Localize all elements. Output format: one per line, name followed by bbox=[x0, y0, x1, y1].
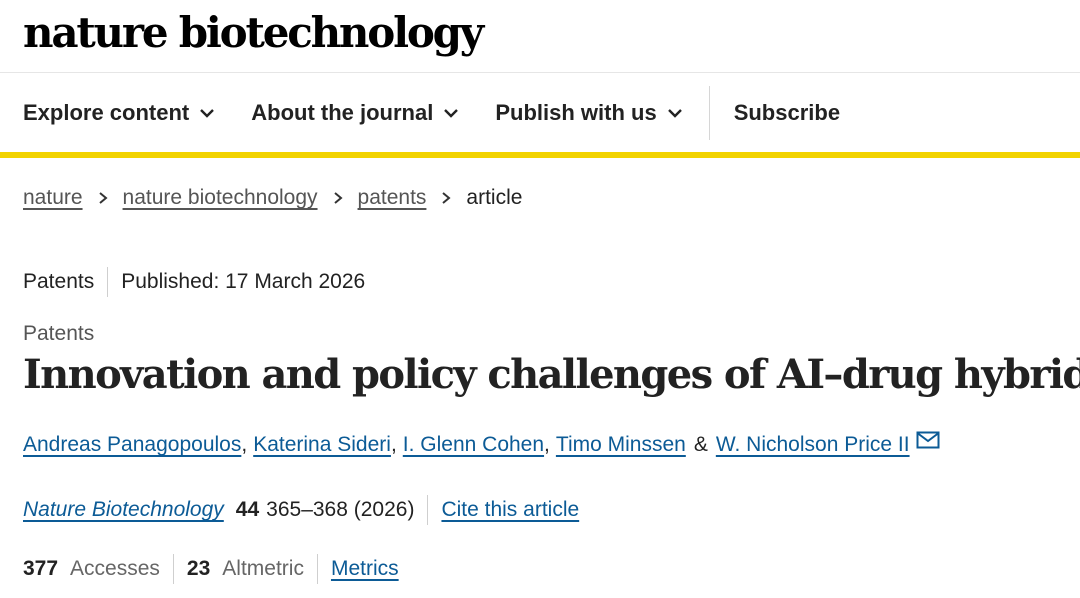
author-link[interactable]: W. Nicholson Price II bbox=[716, 433, 910, 457]
altmetric-count: 23 bbox=[186, 557, 211, 580]
breadcrumb-link-nature-biotechnology[interactable]: nature biotechnology bbox=[123, 186, 318, 210]
meta-divider bbox=[107, 267, 109, 297]
published-date: Published: 17 March 2026 bbox=[121, 270, 366, 293]
chevron-down-icon bbox=[444, 108, 459, 118]
nav-divider bbox=[708, 85, 710, 140]
mail-icon[interactable] bbox=[916, 431, 940, 449]
author-link[interactable]: Andreas Panagopoulos bbox=[23, 433, 241, 457]
citation-divider bbox=[427, 495, 429, 525]
author-link[interactable]: Timo Minssen bbox=[556, 433, 686, 457]
nav-subscribe[interactable]: Subscribe bbox=[734, 100, 840, 126]
accesses-count: 377 bbox=[23, 557, 59, 580]
breadcrumb-link-patents[interactable]: patents bbox=[358, 186, 427, 210]
accesses-label: Accesses bbox=[70, 557, 160, 580]
author-list: Andreas Panagopoulos, Katerina Sideri, I… bbox=[23, 431, 940, 457]
article-title: Innovation and policy challenges of AI–d… bbox=[23, 351, 1080, 398]
metrics-link[interactable]: Metrics bbox=[331, 557, 399, 581]
citation-line: Nature Biotechnology 44 365–368 (2026) C… bbox=[23, 495, 579, 525]
breadcrumb-current: article bbox=[466, 186, 523, 209]
nav-publish-with-us-label: Publish with us bbox=[495, 99, 657, 125]
pages-year: 365–368 (2026) bbox=[266, 498, 415, 521]
journal-link[interactable]: Nature Biotechnology bbox=[23, 498, 224, 522]
nav-about-journal[interactable]: About the journal bbox=[251, 100, 459, 126]
article-kicker: Patents bbox=[23, 322, 95, 345]
chevron-right-icon bbox=[98, 192, 108, 204]
author-separator: , bbox=[544, 433, 550, 456]
cite-this-article-link[interactable]: Cite this article bbox=[441, 498, 579, 522]
nav-explore-content-label: Explore content bbox=[23, 99, 190, 125]
author-separator: , bbox=[241, 433, 248, 456]
article-meta: Patents Published: 17 March 2026 bbox=[23, 267, 365, 297]
author-separator: , bbox=[390, 433, 397, 456]
nav-about-journal-label: About the journal bbox=[251, 99, 434, 125]
volume-number: 44 bbox=[235, 498, 260, 521]
main-nav: Explore content About the journal Publis… bbox=[0, 73, 1080, 158]
author-ampersand: & bbox=[693, 433, 708, 456]
chevron-right-icon bbox=[442, 192, 451, 204]
journal-logo[interactable]: nature biotechnology bbox=[23, 4, 484, 62]
metrics-divider bbox=[316, 554, 318, 584]
chevron-down-icon bbox=[200, 108, 215, 118]
nav-explore-content[interactable]: Explore content bbox=[23, 100, 215, 126]
author-link[interactable]: I. Glenn Cohen bbox=[403, 433, 544, 457]
metrics-divider bbox=[172, 554, 174, 584]
nav-publish-with-us[interactable]: Publish with us bbox=[495, 100, 682, 126]
metrics-row: 377 Accesses 23 Altmetric Metrics bbox=[23, 554, 399, 584]
chevron-down-icon bbox=[667, 108, 682, 118]
author-link[interactable]: Katerina Sideri bbox=[253, 433, 391, 457]
breadcrumb-link-nature[interactable]: nature bbox=[23, 186, 83, 210]
article-type: Patents bbox=[23, 270, 95, 293]
altmetric-label: Altmetric bbox=[222, 557, 304, 580]
masthead: nature biotechnology bbox=[0, 0, 1080, 73]
breadcrumb: nature nature biotechnology patents arti… bbox=[23, 186, 522, 210]
chevron-right-icon bbox=[333, 192, 343, 204]
